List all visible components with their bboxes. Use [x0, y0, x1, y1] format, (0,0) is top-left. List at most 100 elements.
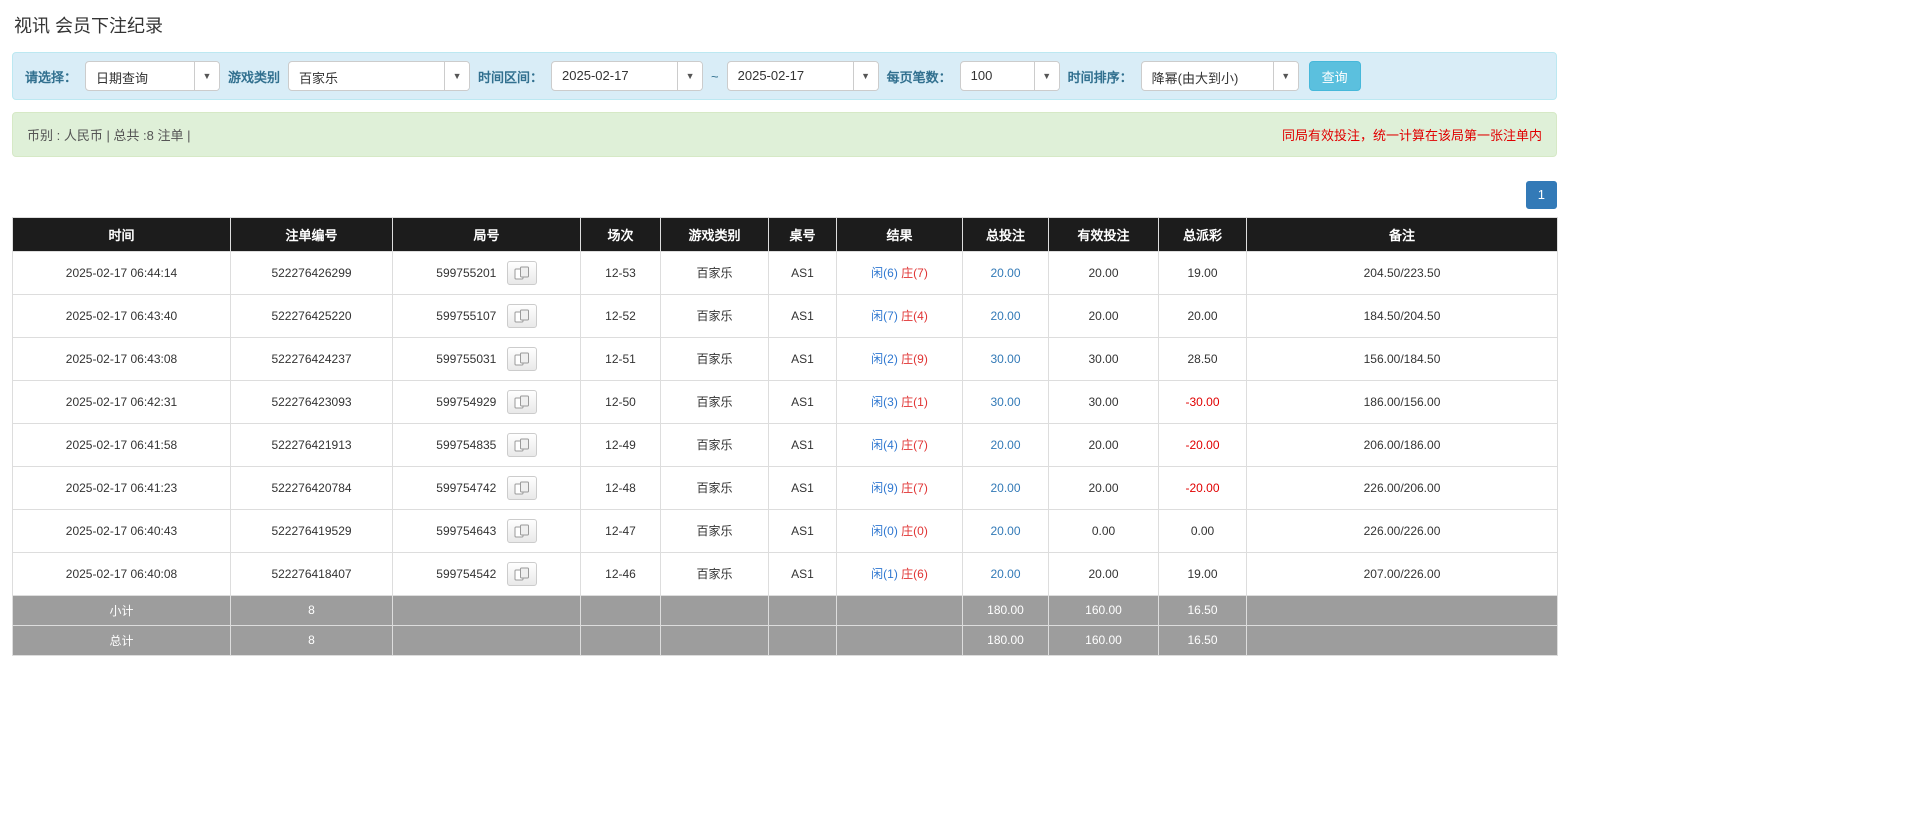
cell-game-type: 百家乐	[660, 508, 769, 553]
cell-result: 闲(7) 庄(4)	[836, 293, 963, 338]
cell-total-bet: 30.00	[962, 379, 1049, 424]
cell-game-type: 百家乐	[660, 293, 769, 338]
cell-game-type: 百家乐	[660, 250, 769, 295]
result-banker: 庄(7)	[901, 266, 928, 281]
game-type-label: 游戏类别	[228, 69, 281, 85]
cell-result: 闲(9) 庄(7)	[836, 465, 963, 510]
round-id: 599755031	[436, 351, 497, 366]
game-type-value: 百家乐	[299, 71, 339, 86]
total-bet-link[interactable]: 20.00	[990, 524, 1020, 538]
chevron-down-icon[interactable]: ▼	[444, 62, 470, 90]
view-round-cards-button[interactable]	[506, 346, 537, 371]
page-size-select[interactable]: 100 ▼	[959, 61, 1060, 91]
table-row: 2025-02-17 06:43:40 522276425220 5997551…	[12, 293, 1558, 338]
page-title: 视讯 会员下注纪录	[14, 16, 164, 36]
cell-note: 226.00/206.00	[1246, 465, 1558, 510]
result-banker: 庄(9)	[901, 352, 928, 367]
range-separator: ~	[711, 68, 719, 84]
chevron-down-icon[interactable]: ▼	[1033, 62, 1059, 90]
empty-cell	[768, 594, 837, 626]
total-payout: 16.50	[1158, 624, 1247, 656]
chevron-down-icon[interactable]: ▼	[1272, 62, 1298, 90]
empty-cell	[392, 594, 581, 626]
cell-payout: 19.00	[1158, 250, 1247, 295]
view-round-cards-button[interactable]	[506, 518, 537, 543]
pagination-page-1[interactable]: 1	[1525, 181, 1557, 209]
date-to-select[interactable]: 2025-02-17 ▼	[726, 61, 879, 91]
cards-icon	[514, 481, 529, 495]
table-row: 2025-02-17 06:42:31 522276423093 5997549…	[12, 379, 1558, 424]
cell-note: 184.50/204.50	[1246, 293, 1558, 338]
cell-result: 闲(3) 庄(1)	[836, 379, 963, 424]
cell-valid-bet: 20.00	[1048, 293, 1159, 338]
view-round-cards-button[interactable]	[506, 475, 537, 500]
cell-table-no: AS1	[768, 293, 837, 338]
result-player: 闲(9)	[871, 481, 898, 496]
cell-result: 闲(4) 庄(7)	[836, 422, 963, 467]
cell-game-type: 百家乐	[660, 465, 769, 510]
total-bet-link[interactable]: 30.00	[990, 395, 1020, 409]
total-bet-link[interactable]: 20.00	[990, 438, 1020, 452]
table-row: 2025-02-17 06:40:43 522276419529 5997546…	[12, 508, 1558, 553]
view-round-cards-button[interactable]	[506, 260, 537, 285]
search-button[interactable]: 查询	[1308, 61, 1361, 91]
cell-note: 207.00/226.00	[1246, 551, 1558, 596]
cell-session: 12-46	[580, 551, 661, 596]
cell-valid-bet: 20.00	[1048, 422, 1159, 467]
date-from-select[interactable]: 2025-02-17 ▼	[551, 61, 704, 91]
view-round-cards-button[interactable]	[506, 303, 537, 328]
game-type-select[interactable]: 百家乐 ▼	[288, 61, 471, 91]
cell-table-no: AS1	[768, 250, 837, 295]
subtotal-label: 小计	[12, 594, 231, 626]
cards-icon	[514, 266, 529, 280]
cell-session: 12-47	[580, 508, 661, 553]
query-type-value: 日期查询	[96, 71, 149, 86]
round-id: 599755201	[436, 265, 497, 280]
round-id: 599754835	[436, 437, 497, 452]
result-banker: 庄(4)	[901, 309, 928, 324]
result-banker: 庄(6)	[901, 567, 928, 582]
subtotal-row: 小计 8 180.00 160.00 16.50	[12, 594, 1558, 626]
cell-session: 12-50	[580, 379, 661, 424]
result-player: 闲(1)	[871, 567, 898, 582]
result-banker: 庄(0)	[901, 524, 928, 539]
cell-table-no: AS1	[768, 551, 837, 596]
empty-cell	[660, 624, 769, 656]
round-id: 599754742	[436, 480, 497, 495]
cell-round: 599755201	[392, 250, 581, 295]
cell-result: 闲(1) 庄(6)	[836, 551, 963, 596]
cell-round: 599754929	[392, 379, 581, 424]
cell-total-bet: 20.00	[962, 551, 1049, 596]
cell-valid-bet: 0.00	[1048, 508, 1159, 553]
cell-bet-id: 522276418407	[230, 551, 393, 596]
empty-cell	[836, 624, 963, 656]
query-type-select[interactable]: 日期查询 ▼	[85, 61, 221, 91]
cell-table-no: AS1	[768, 465, 837, 510]
cell-time: 2025-02-17 06:42:31	[12, 379, 231, 424]
round-id: 599754542	[436, 566, 497, 581]
total-bet-link[interactable]: 30.00	[990, 352, 1020, 366]
chevron-down-icon[interactable]: ▼	[194, 62, 220, 90]
view-round-cards-button[interactable]	[506, 389, 537, 414]
total-bet-link[interactable]: 20.00	[990, 266, 1020, 280]
empty-cell	[660, 594, 769, 626]
chevron-down-icon[interactable]: ▼	[852, 62, 878, 90]
cell-payout: 28.50	[1158, 336, 1247, 381]
column-header: 局号	[392, 216, 581, 252]
total-bet-link[interactable]: 20.00	[990, 481, 1020, 495]
empty-cell	[580, 594, 661, 626]
empty-cell	[392, 624, 581, 656]
date-to-value: 2025-02-17	[737, 68, 805, 83]
chevron-down-icon[interactable]: ▼	[677, 62, 703, 90]
cell-bet-id: 522276421913	[230, 422, 393, 467]
total-total-bet: 180.00	[962, 624, 1049, 656]
result-player: 闲(7)	[871, 309, 898, 324]
view-round-cards-button[interactable]	[506, 561, 537, 586]
total-bet-link[interactable]: 20.00	[990, 567, 1020, 581]
total-bet-link[interactable]: 20.00	[990, 309, 1020, 323]
result-banker: 庄(7)	[901, 481, 928, 496]
cell-bet-id: 522276420784	[230, 465, 393, 510]
sort-order-select[interactable]: 降幂(由大到小) ▼	[1140, 61, 1299, 91]
query-type-label: 请选择：	[25, 69, 78, 85]
view-round-cards-button[interactable]	[506, 432, 537, 457]
